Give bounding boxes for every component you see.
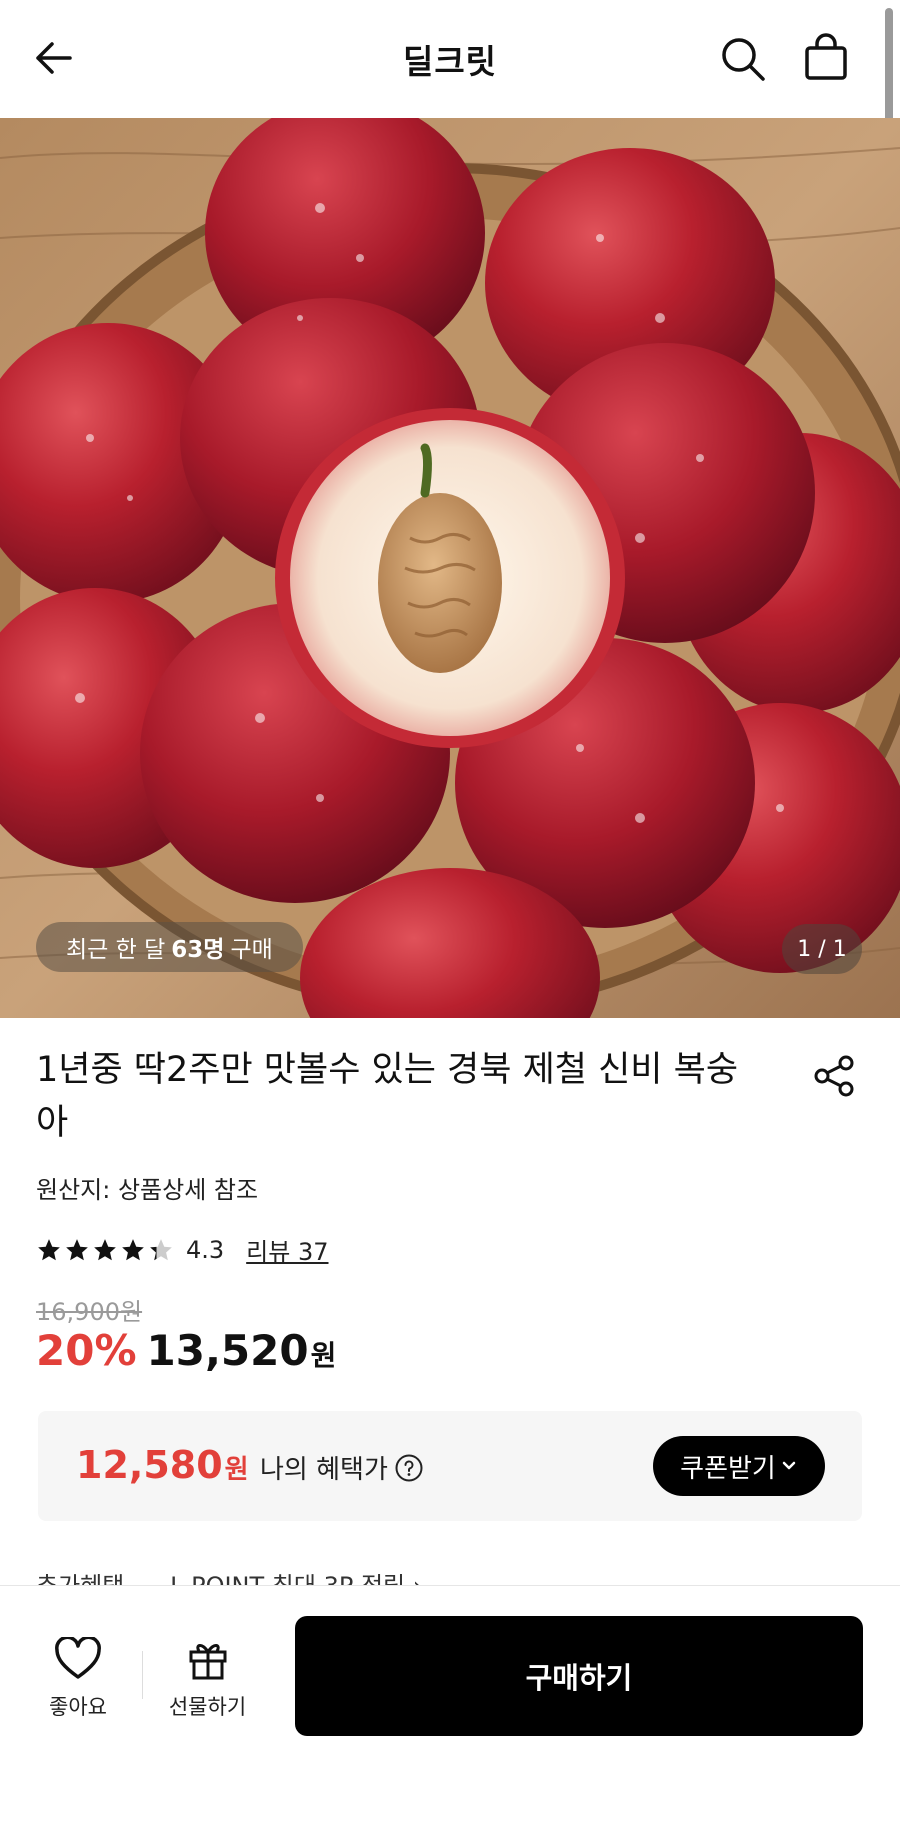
buy-button-label: 구매하기 bbox=[525, 1661, 633, 1695]
discount-rate: 20% bbox=[36, 1326, 137, 1375]
star-full-icon bbox=[122, 1238, 144, 1260]
benefit-price-box: 12,580 원 나의 혜택가 쿠폰받기 bbox=[38, 1411, 862, 1521]
buyers-suffix: 구매 bbox=[230, 937, 273, 963]
coupon-button-label: 쿠폰받기 bbox=[680, 1453, 776, 1484]
origin-info: 원산지: 상품상세 참조 bbox=[36, 1176, 259, 1204]
benefit-label: 나의 혜택가 bbox=[260, 1455, 388, 1485]
image-page-indicator: 1 / 1 bbox=[782, 924, 862, 974]
rating-value: 4.3 bbox=[186, 1235, 225, 1264]
sale-price-unit: 원 bbox=[310, 1339, 337, 1372]
bottom-action-bar: 좋아요 선물하기 구매하기 bbox=[0, 1585, 900, 1841]
gift-label: 선물하기 bbox=[168, 1695, 247, 1719]
chevron-down-icon bbox=[782, 1461, 796, 1470]
get-coupon-button[interactable]: 쿠폰받기 bbox=[653, 1436, 825, 1496]
benefit-unit: 원 bbox=[224, 1455, 249, 1485]
recent-buyers-badge: 최근 한 달 63명 구매 bbox=[36, 922, 303, 972]
buyers-count: 63명 bbox=[171, 937, 225, 963]
price-row: 20% 13,520 원 bbox=[36, 1326, 336, 1375]
star-full-icon bbox=[38, 1238, 60, 1260]
peaches-image bbox=[0, 118, 900, 1018]
star-partial-icon bbox=[150, 1238, 172, 1260]
original-price: 16,900원 bbox=[36, 1298, 143, 1326]
action-divider bbox=[142, 1651, 143, 1699]
star-full-icon bbox=[66, 1238, 88, 1260]
search-icon[interactable] bbox=[718, 34, 768, 84]
share-icon[interactable] bbox=[812, 1054, 856, 1098]
product-image[interactable] bbox=[0, 118, 900, 1018]
buyers-prefix: 최근 한 달 bbox=[66, 937, 166, 963]
like-button[interactable]: 좋아요 bbox=[38, 1637, 118, 1721]
shopping-bag-icon[interactable] bbox=[800, 32, 852, 84]
buy-button[interactable]: 구매하기 bbox=[295, 1616, 863, 1736]
top-app-bar: 딜크릿 bbox=[0, 0, 900, 118]
gift-button[interactable]: 선물하기 bbox=[160, 1637, 255, 1721]
sale-price: 13,520 bbox=[146, 1326, 309, 1375]
heart-icon bbox=[55, 1637, 101, 1679]
like-label: 좋아요 bbox=[49, 1695, 107, 1719]
help-icon[interactable] bbox=[394, 1453, 424, 1483]
product-title: 1년중 딱2주만 맛볼수 있는 경북 제철 신비 복숭아 bbox=[36, 1050, 739, 1143]
benefit-label-row: 나의 혜택가 bbox=[260, 1449, 424, 1486]
review-count-link[interactable]: 리뷰 37 bbox=[246, 1232, 328, 1267]
gift-icon bbox=[189, 1644, 226, 1680]
back-arrow-icon[interactable] bbox=[30, 34, 78, 82]
benefit-amount: 12,580 bbox=[76, 1443, 223, 1487]
benefit-price: 12,580 원 bbox=[76, 1443, 249, 1487]
page-title: 딜크릿 bbox=[402, 42, 498, 81]
rating-row: 4.3 리뷰 37 bbox=[36, 1232, 329, 1267]
star-rating bbox=[36, 1237, 174, 1263]
star-full-icon bbox=[94, 1238, 116, 1260]
